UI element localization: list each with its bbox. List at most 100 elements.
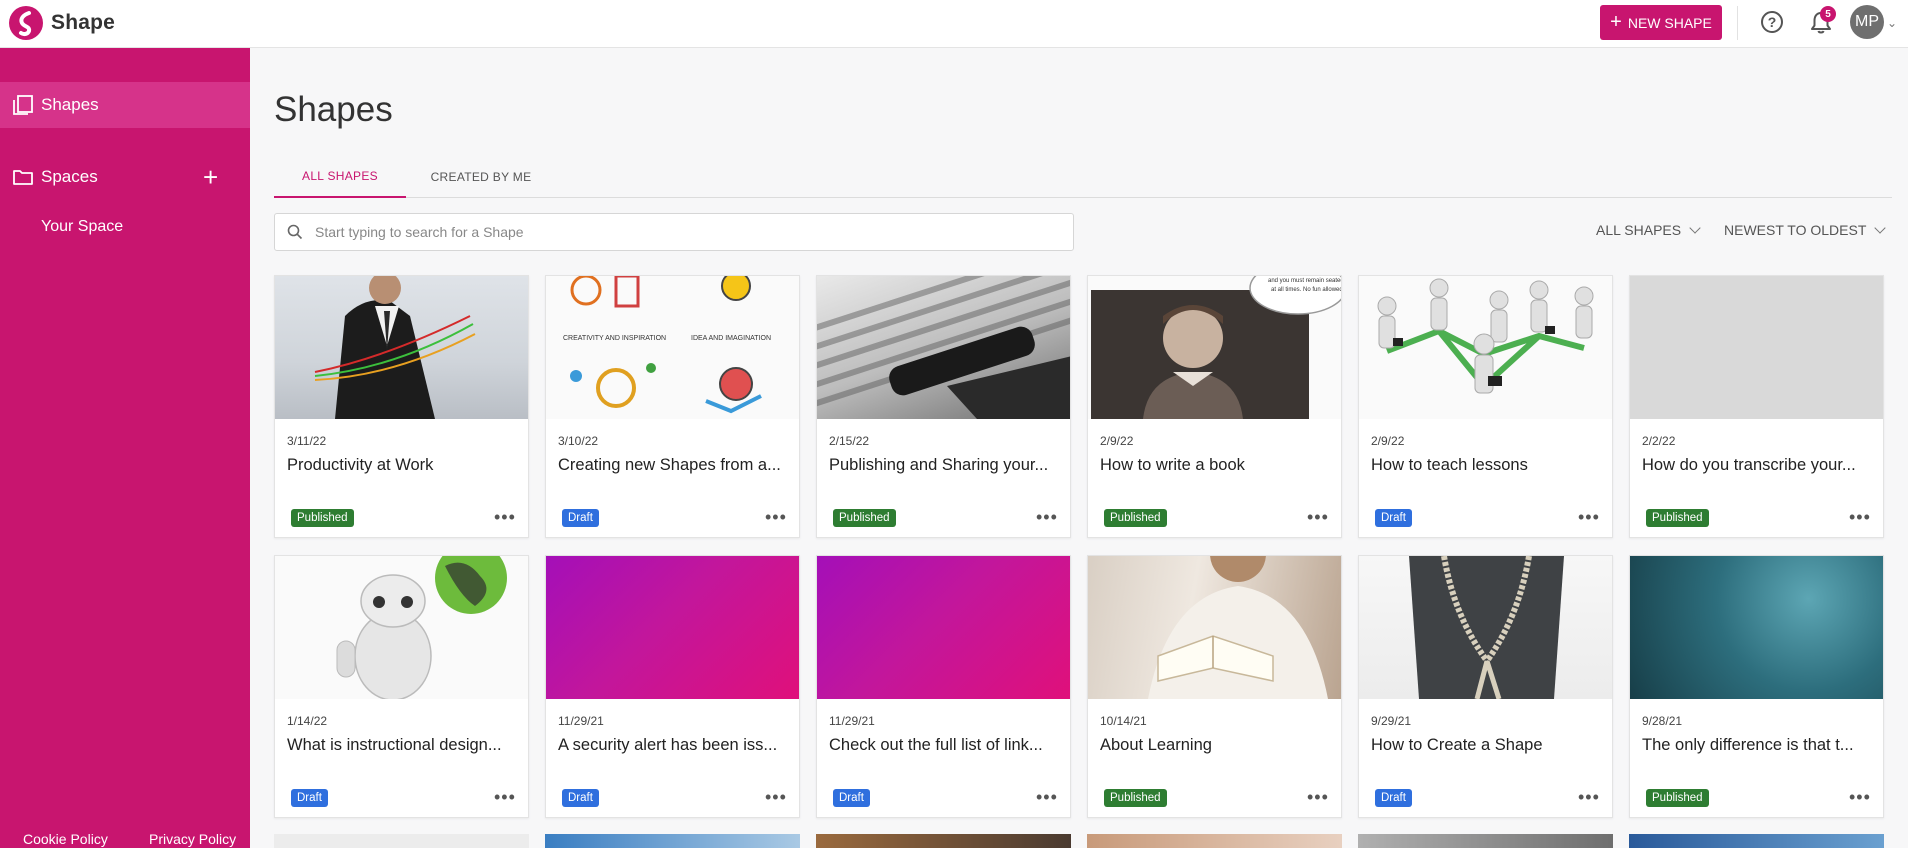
sidebar-item-shapes[interactable]: Shapes [0, 82, 250, 128]
card-date: 2/2/22 [1642, 434, 1676, 448]
card-title: Productivity at Work [287, 456, 434, 474]
card-date: 10/14/21 [1100, 714, 1147, 728]
card-date: 9/29/21 [1371, 714, 1412, 728]
status-badge: Published [1104, 509, 1167, 527]
status-badge: Draft [833, 789, 870, 807]
card-title: Publishing and Sharing your... [829, 456, 1049, 474]
shape-card[interactable]: 2/2/22 How do you transcribe your... Pub… [1629, 275, 1884, 538]
more-options-icon[interactable]: ••• [1036, 788, 1058, 806]
card-title: How to write a book [1100, 456, 1245, 474]
svg-text:and you must remain seated: and you must remain seated [1268, 278, 1342, 284]
sidebar-item-your-space[interactable]: Your Space [41, 218, 123, 236]
shape-logo-icon[interactable] [9, 6, 43, 40]
help-icon[interactable]: ? [1761, 11, 1783, 33]
status-badge: Draft [562, 789, 599, 807]
card-date: 11/29/21 [829, 714, 875, 728]
divider [1737, 6, 1738, 40]
tab-bar: ALL SHAPES CREATED BY ME [274, 156, 1892, 198]
chevron-down-icon [1689, 222, 1701, 234]
card-title: Creating new Shapes from a... [558, 456, 781, 474]
card-title: A security alert has been iss... [558, 736, 778, 754]
more-options-icon[interactable]: ••• [765, 508, 787, 526]
shape-card[interactable]: 1/14/22 What is instructional design... … [274, 555, 529, 818]
shape-card[interactable] [1358, 834, 1613, 848]
card-date: 3/10/22 [558, 434, 599, 448]
shape-card[interactable]: and you must remain seated at all times.… [1087, 275, 1342, 538]
sidebar-item-label: Spaces [41, 167, 98, 186]
card-title: How to teach lessons [1371, 456, 1528, 474]
shapes-icon [13, 95, 33, 115]
chevron-down-icon [1874, 222, 1887, 234]
search-box [274, 213, 1074, 251]
shape-card[interactable]: 11/29/21 A security alert has been iss..… [545, 555, 800, 818]
type-filter-dropdown[interactable]: ALL SHAPES [1596, 222, 1701, 238]
shape-card[interactable]: 9/28/21 The only difference is that t...… [1629, 555, 1884, 818]
status-badge: Draft [1375, 789, 1412, 807]
shape-card[interactable]: 11/29/21 Check out the full list of link… [816, 555, 1071, 818]
tab-all-shapes[interactable]: ALL SHAPES [274, 156, 406, 198]
folder-icon [13, 170, 33, 185]
more-options-icon[interactable]: ••• [1307, 788, 1329, 806]
shape-card[interactable] [1087, 834, 1342, 848]
status-badge: Draft [562, 509, 599, 527]
shape-card[interactable] [545, 834, 800, 848]
svg-text:at all times. No fun allowed.: at all times. No fun allowed. [1271, 287, 1342, 293]
sort-label: NEWEST TO OLDEST [1724, 222, 1867, 238]
more-options-icon[interactable]: ••• [1578, 788, 1600, 806]
more-options-icon[interactable]: ••• [1036, 508, 1058, 526]
shape-card[interactable]: 2/15/22 Publishing and Sharing your... P… [816, 275, 1071, 538]
status-badge: Published [291, 509, 354, 527]
shape-card[interactable]: 2/9/22 How to teach lessons Draft ••• [1358, 275, 1613, 538]
svg-text:IDEA AND IMAGINATION: IDEA AND IMAGINATION [691, 335, 771, 342]
more-options-icon[interactable]: ••• [765, 788, 787, 806]
search-icon [287, 224, 303, 240]
search-input[interactable] [315, 214, 1055, 250]
chevron-down-icon[interactable]: ⌄ [1887, 16, 1897, 30]
card-date: 2/9/22 [1100, 434, 1134, 448]
avatar[interactable]: MP [1850, 5, 1884, 39]
card-thumbnail [275, 556, 528, 699]
card-date: 11/29/21 [558, 714, 604, 728]
page-title: Shapes [274, 90, 393, 129]
sort-dropdown[interactable]: NEWEST TO OLDEST [1724, 222, 1887, 238]
notification-badge: 5 [1820, 6, 1836, 22]
add-space-button[interactable]: + [203, 164, 218, 190]
shape-card[interactable]: CREATIVITY AND INSPIRATION IDEA AND IMAG… [545, 275, 800, 538]
type-filter-label: ALL SHAPES [1596, 222, 1682, 238]
card-title: How to Create a Shape [1371, 736, 1543, 754]
card-title: What is instructional design... [287, 736, 502, 754]
card-title: The only difference is that t... [1642, 736, 1854, 754]
more-options-icon[interactable]: ••• [1849, 788, 1871, 806]
more-options-icon[interactable]: ••• [494, 788, 516, 806]
shape-card[interactable]: 3/11/22 Productivity at Work Published •… [274, 275, 529, 538]
card-thumbnail [1359, 276, 1612, 419]
card-thumbnail [546, 556, 799, 699]
card-date: 1/14/22 [287, 714, 328, 728]
shape-card[interactable] [816, 834, 1071, 848]
card-thumbnail [275, 276, 528, 419]
status-badge: Draft [291, 789, 328, 807]
privacy-policy-link[interactable]: Privacy Policy [149, 831, 236, 847]
card-thumbnail: and you must remain seated at all times.… [1088, 276, 1342, 419]
more-options-icon[interactable]: ••• [1849, 508, 1871, 526]
shape-card[interactable]: 9/29/21 How to Create a Shape Draft ••• [1358, 555, 1613, 818]
card-date: 3/11/22 [287, 434, 327, 448]
app-name: Shape [51, 11, 116, 34]
more-options-icon[interactable]: ••• [1578, 508, 1600, 526]
shape-card[interactable] [1629, 834, 1884, 848]
card-date: 9/28/21 [1642, 714, 1683, 728]
top-bar: Shape + NEW SHAPE ? 5 MP ⌄ [0, 0, 1908, 48]
shape-card[interactable] [274, 834, 529, 848]
plus-icon: + [1610, 10, 1622, 33]
card-thumbnail [817, 556, 1070, 699]
card-thumbnail [1088, 556, 1341, 699]
cookie-policy-link[interactable]: Cookie Policy [23, 831, 108, 847]
card-thumbnail [1630, 556, 1883, 699]
more-options-icon[interactable]: ••• [494, 508, 516, 526]
card-date: 2/9/22 [1371, 434, 1405, 448]
more-options-icon[interactable]: ••• [1307, 508, 1329, 526]
tab-created-by-me[interactable]: CREATED BY ME [406, 156, 556, 198]
sidebar-item-label: Shapes [41, 95, 99, 114]
shape-card[interactable]: 10/14/21 About Learning Published ••• [1087, 555, 1342, 818]
new-shape-button[interactable]: + NEW SHAPE [1600, 5, 1722, 40]
